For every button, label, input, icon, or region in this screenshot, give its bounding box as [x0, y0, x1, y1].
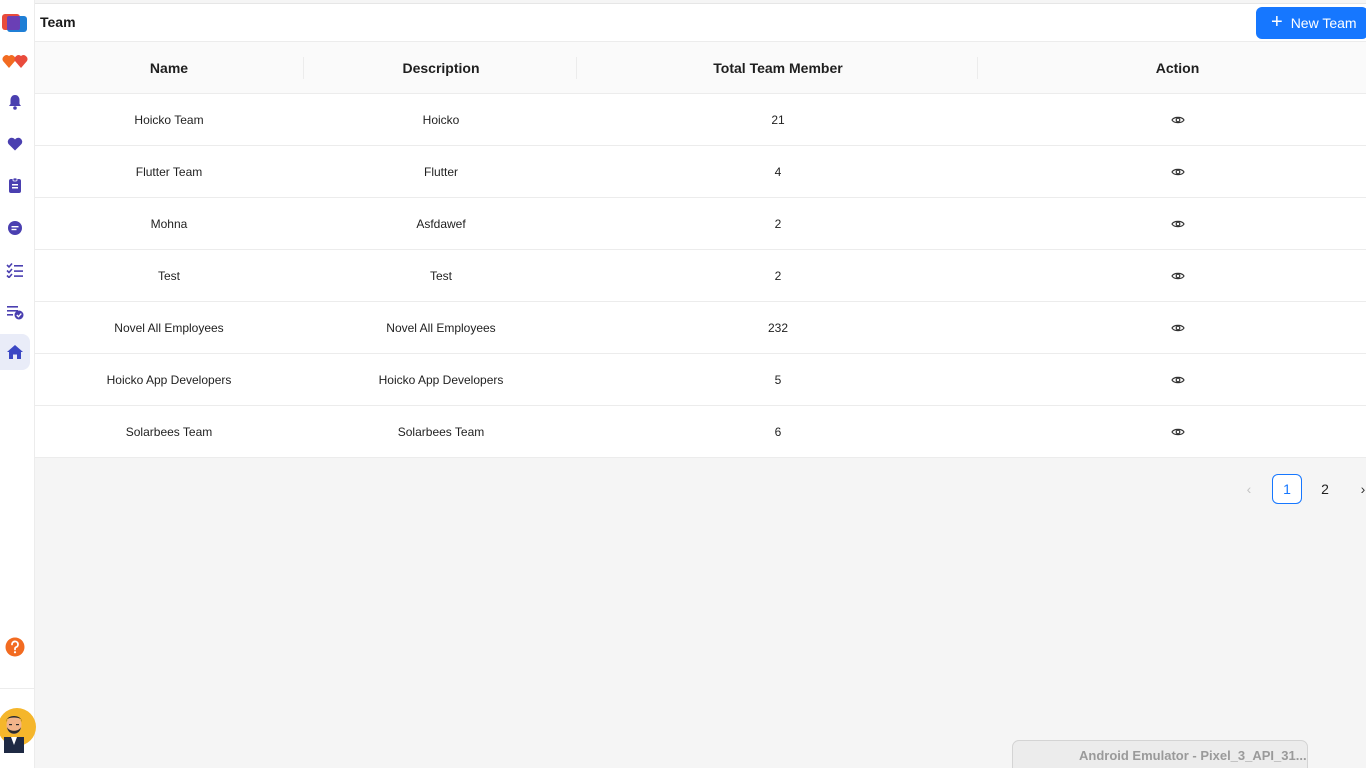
- table-header: Name Description Total Team Member Actio…: [35, 42, 1366, 94]
- help-icon[interactable]: [0, 629, 30, 665]
- table-row[interactable]: Hoicko Team Hoicko 21: [35, 94, 1366, 146]
- team-table: Name Description Total Team Member Actio…: [35, 42, 1366, 458]
- chat-icon[interactable]: [0, 210, 30, 246]
- team-description-cell: Test: [429, 269, 452, 283]
- new-team-button[interactable]: + New Team: [1256, 7, 1366, 39]
- prev-page-button[interactable]: ‹: [1234, 474, 1264, 504]
- sidebar-divider: [0, 688, 35, 689]
- eye-icon: [1170, 428, 1185, 436]
- eye-icon: [1170, 376, 1185, 384]
- table-row[interactable]: Flutter Team Flutter 4: [35, 146, 1366, 198]
- page-2-button[interactable]: 2: [1310, 474, 1340, 504]
- logo-icon[interactable]: [0, 4, 30, 40]
- team-members-cell: 21: [771, 113, 785, 127]
- team-description-cell: Asfdawef: [416, 217, 466, 231]
- team-name-cell: Mohna: [150, 217, 188, 231]
- hearts-icon[interactable]: [0, 43, 30, 79]
- column-header-action[interactable]: Action: [977, 42, 1366, 94]
- pagination: ‹ 1 2 ›: [1234, 474, 1366, 504]
- table-row[interactable]: Solarbees Team Solarbees Team 6: [35, 406, 1366, 458]
- eye-icon: [1170, 168, 1185, 176]
- view-button[interactable]: [977, 250, 1366, 302]
- eye-icon: [1170, 324, 1185, 332]
- team-description-cell: Novel All Employees: [386, 321, 496, 335]
- team-name-cell: Solarbees Team: [125, 425, 213, 439]
- team-members-cell: 2: [774, 217, 782, 231]
- table-row[interactable]: Test Test 2: [35, 250, 1366, 302]
- page-header: Team + New Team: [35, 3, 1366, 42]
- bell-icon[interactable]: [0, 84, 30, 120]
- table-row[interactable]: Mohna Asfdawef 2: [35, 198, 1366, 250]
- team-members-cell: 4: [774, 165, 782, 179]
- eye-icon: [1170, 116, 1185, 124]
- team-description-cell: Hoicko: [422, 113, 460, 127]
- team-description-cell: Solarbees Team: [397, 425, 485, 439]
- view-button[interactable]: [977, 198, 1366, 250]
- chevron-right-icon: ›: [1360, 481, 1366, 497]
- view-button[interactable]: [977, 302, 1366, 354]
- home-icon[interactable]: [0, 334, 30, 370]
- emulator-window-tab[interactable]: Android Emulator - Pixel_3_API_31...: [1012, 740, 1308, 768]
- team-name-cell: Flutter Team: [135, 165, 203, 179]
- view-button[interactable]: [977, 94, 1366, 146]
- document-icon[interactable]: [0, 168, 30, 204]
- team-description-cell: Hoicko App Developers: [378, 373, 504, 387]
- table-row[interactable]: Hoicko App Developers Hoicko App Develop…: [35, 354, 1366, 406]
- eye-icon: [1170, 220, 1185, 228]
- view-button[interactable]: [977, 354, 1366, 406]
- view-button[interactable]: [977, 146, 1366, 198]
- team-description-cell: Flutter: [423, 165, 458, 179]
- team-members-cell: 2: [774, 269, 782, 283]
- team-members-cell: 5: [774, 373, 782, 387]
- column-header-description[interactable]: Description: [303, 42, 579, 94]
- table-row[interactable]: Novel All Employees Novel All Employees …: [35, 302, 1366, 354]
- team-members-cell: 6: [774, 425, 782, 439]
- column-header-members[interactable]: Total Team Member: [579, 42, 977, 94]
- plus-icon: +: [1271, 11, 1283, 33]
- avatar[interactable]: [0, 705, 36, 753]
- sidebar: [0, 0, 36, 768]
- view-button[interactable]: [977, 406, 1366, 458]
- task-check-icon[interactable]: [0, 294, 30, 330]
- team-name-cell: Test: [157, 269, 180, 283]
- page-title: Team: [40, 14, 76, 30]
- team-name-cell: Novel All Employees: [114, 321, 224, 335]
- team-name-cell: Hoicko App Developers: [106, 373, 232, 387]
- heart-icon[interactable]: [0, 126, 30, 162]
- page-1-button[interactable]: 1: [1272, 474, 1302, 504]
- chevron-left-icon: ‹: [1246, 481, 1252, 497]
- team-name-cell: Hoicko Team: [134, 113, 204, 127]
- next-page-button[interactable]: ›: [1348, 474, 1366, 504]
- column-separator: [576, 57, 577, 79]
- eye-icon: [1170, 272, 1185, 280]
- new-team-button-label: New Team: [1290, 15, 1357, 31]
- team-members-cell: 232: [767, 321, 789, 335]
- column-header-name[interactable]: Name: [35, 42, 303, 94]
- checklist-icon[interactable]: [0, 252, 30, 288]
